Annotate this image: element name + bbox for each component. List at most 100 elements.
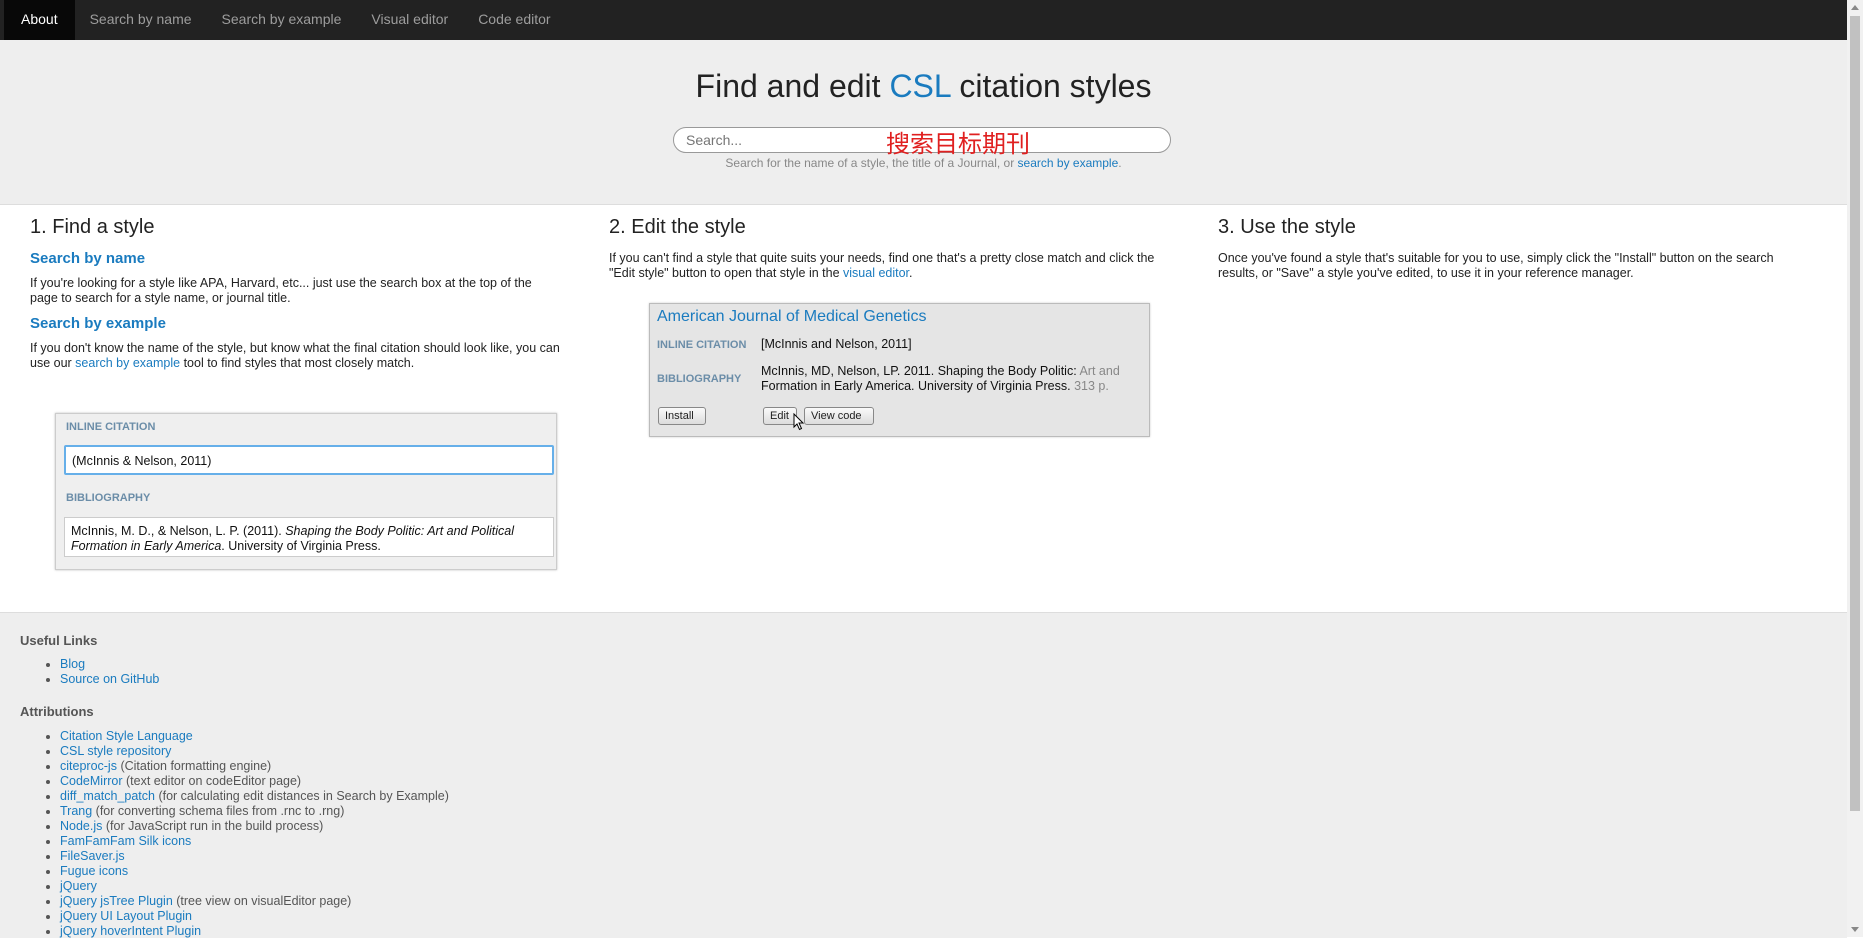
nav-tab-search-by-example[interactable]: Search by example <box>207 0 357 40</box>
hint-period: . <box>1118 156 1122 170</box>
useful-link-item: Source on GitHub <box>60 672 159 687</box>
scroll-down-arrow-icon[interactable] <box>1851 927 1859 932</box>
attribution-desc: (Citation formatting engine) <box>116 759 272 773</box>
attribution-item: CodeMirror (text editor on codeEditor pa… <box>60 774 449 789</box>
install-button[interactable]: Install <box>658 407 706 425</box>
attribution-item: citeproc-js (Citation formatting engine) <box>60 759 449 774</box>
use-style-text: Once you've found a style that's suitabl… <box>1218 251 1774 280</box>
attribution-desc: (tree view on visualEditor page) <box>172 894 352 908</box>
attribution-item: jQuery <box>60 879 449 894</box>
search-box: 搜索目标期刊 <box>673 127 1171 158</box>
find-style-heading: 1. Find a style <box>30 216 155 238</box>
attribution-desc: (for calculating edit distances in Searc… <box>154 789 449 803</box>
hint-text: Search for the name of a style, the titl… <box>725 156 1018 170</box>
find-style-column: 1. Find a style Search by name If you're… <box>30 204 560 381</box>
use-style-column: 3. Use the style Once you've found a sty… <box>1218 204 1808 291</box>
scroll-up-arrow-icon[interactable] <box>1851 5 1859 10</box>
style-card-bib-line1: McInnis, MD, Nelson, LP. 2011. Shaping t… <box>761 364 1080 378</box>
useful-link-link[interactable]: Blog <box>60 657 85 671</box>
style-card-bib-line2: Formation in Early America. University o… <box>761 379 1075 393</box>
example-bib-label: BIBLIOGRAPHY <box>66 492 151 504</box>
style-card-bib-line2-fade: 313 p. <box>1074 379 1109 393</box>
hint-search-by-example-link[interactable]: search by example <box>1018 156 1119 170</box>
search-by-example-text-post: tool to find styles that most closely ma… <box>180 356 415 370</box>
example-bib-field[interactable]: McInnis, M. D., & Nelson, L. P. (2011). … <box>64 517 554 557</box>
attribution-link[interactable]: diff_match_patch <box>60 789 155 803</box>
example-bib-pre: McInnis, M. D., & Nelson, L. P. (2011). <box>71 524 286 538</box>
search-by-example-link[interactable]: search by example <box>75 356 180 370</box>
attributions-heading: Attributions <box>20 704 94 719</box>
page-title: Find and edit CSL citation styles <box>0 68 1847 105</box>
attribution-desc: (for converting schema files from .rnc t… <box>92 804 345 818</box>
nav-tab-code-editor[interactable]: Code editor <box>463 0 565 40</box>
attribution-link[interactable]: CodeMirror <box>60 774 123 788</box>
useful-links-heading: Useful Links <box>20 633 98 648</box>
useful-links-list: BlogSource on GitHub <box>40 657 159 687</box>
search-by-name-heading[interactable]: Search by name <box>30 251 560 266</box>
search-hint: Search for the name of a style, the titl… <box>0 156 1847 170</box>
attributions-list: Citation Style LanguageCSL style reposit… <box>40 729 449 939</box>
nav-tab-search-by-name[interactable]: Search by name <box>75 0 207 40</box>
nav-tab-visual-editor[interactable]: Visual editor <box>356 0 463 40</box>
nav-tab-about[interactable]: About <box>4 0 75 40</box>
edit-style-column: 2. Edit the style If you can't find a st… <box>609 204 1179 291</box>
visual-editor-link[interactable]: visual editor <box>843 266 909 280</box>
edit-style-heading: 2. Edit the style <box>609 216 746 238</box>
attribution-link[interactable]: jQuery jsTree Plugin <box>60 894 173 908</box>
top-navbar: About Search by name Search by example V… <box>0 0 1847 40</box>
style-card-inline-value: [McInnis and Nelson, 2011] <box>761 337 912 351</box>
attribution-item: FamFamFam Silk icons <box>60 834 449 849</box>
attribution-item: Trang (for converting schema files from … <box>60 804 449 819</box>
example-citation-box: INLINE CITATION (McInnis & Nelson, 2011)… <box>55 413 557 570</box>
attribution-link[interactable]: FamFamFam Silk icons <box>60 834 191 848</box>
title-suffix: citation styles <box>950 68 1152 104</box>
attribution-link[interactable]: citeproc-js <box>60 759 117 773</box>
example-inline-field[interactable]: (McInnis & Nelson, 2011) <box>64 445 554 475</box>
use-style-heading: 3. Use the style <box>1218 216 1356 238</box>
title-prefix: Find and edit <box>695 68 890 104</box>
attribution-link[interactable]: jQuery UI Layout Plugin <box>60 909 192 923</box>
attribution-link[interactable]: Fugue icons <box>60 864 128 878</box>
attribution-link[interactable]: Node.js <box>60 819 102 833</box>
title-csl: CSL <box>889 68 951 104</box>
search-by-example-heading[interactable]: Search by example <box>30 316 560 331</box>
attribution-item: Citation Style Language <box>60 729 449 744</box>
style-card-bib-label: BIBLIOGRAPHY <box>657 373 742 385</box>
edit-button[interactable]: Edit <box>763 407 797 425</box>
example-bib-post: . University of Virginia Press. <box>221 539 381 553</box>
example-inline-label: INLINE CITATION <box>66 421 156 433</box>
attribution-link[interactable]: CSL style repository <box>60 744 171 758</box>
scrollbar-thumb[interactable] <box>1850 16 1860 811</box>
attribution-link[interactable]: jQuery hoverIntent Plugin <box>60 924 201 938</box>
hero-section: Find and edit CSL citation styles 搜索目标期刊… <box>0 40 1847 205</box>
vertical-scrollbar[interactable] <box>1847 0 1863 937</box>
style-result-card: American Journal of Medical Genetics INL… <box>649 303 1150 437</box>
useful-link-item: Blog <box>60 657 159 672</box>
attribution-item: diff_match_patch (for calculating edit d… <box>60 789 449 804</box>
useful-link-link[interactable]: Source on GitHub <box>60 672 159 686</box>
attribution-item: Node.js (for JavaScript run in the build… <box>60 819 449 834</box>
attribution-item: FileSaver.js <box>60 849 449 864</box>
attribution-link[interactable]: jQuery <box>60 879 97 893</box>
attribution-desc: (text editor on codeEditor page) <box>122 774 302 788</box>
nav-tabs: About Search by name Search by example V… <box>0 0 1847 40</box>
search-input[interactable] <box>673 127 1171 153</box>
footer: Useful Links BlogSource on GitHub Attrib… <box>0 612 1847 938</box>
attribution-item: jQuery jsTree Plugin (tree view on visua… <box>60 894 449 909</box>
attribution-link[interactable]: Citation Style Language <box>60 729 193 743</box>
style-card-bib-line1-fade: Art and <box>1079 364 1120 378</box>
style-card-bib-value: McInnis, MD, Nelson, LP. 2011. Shaping t… <box>761 364 1120 394</box>
attribution-item: CSL style repository <box>60 744 449 759</box>
style-card-inline-label: INLINE CITATION <box>657 339 747 351</box>
edit-style-text-post: . <box>909 266 913 280</box>
search-by-name-text: If you're looking for a style like APA, … <box>30 276 532 305</box>
attribution-desc: (for JavaScript run in the build process… <box>102 819 324 833</box>
attribution-link[interactable]: Trang <box>60 804 92 818</box>
attribution-item: jQuery UI Layout Plugin <box>60 909 449 924</box>
attribution-item: Fugue icons <box>60 864 449 879</box>
mouse-cursor-icon <box>793 413 805 431</box>
edit-style-text: If you can't find a style that quite sui… <box>609 251 1179 281</box>
style-card-title[interactable]: American Journal of Medical Genetics <box>657 308 926 326</box>
attribution-link[interactable]: FileSaver.js <box>60 849 125 863</box>
view-code-button[interactable]: View code <box>804 407 874 425</box>
